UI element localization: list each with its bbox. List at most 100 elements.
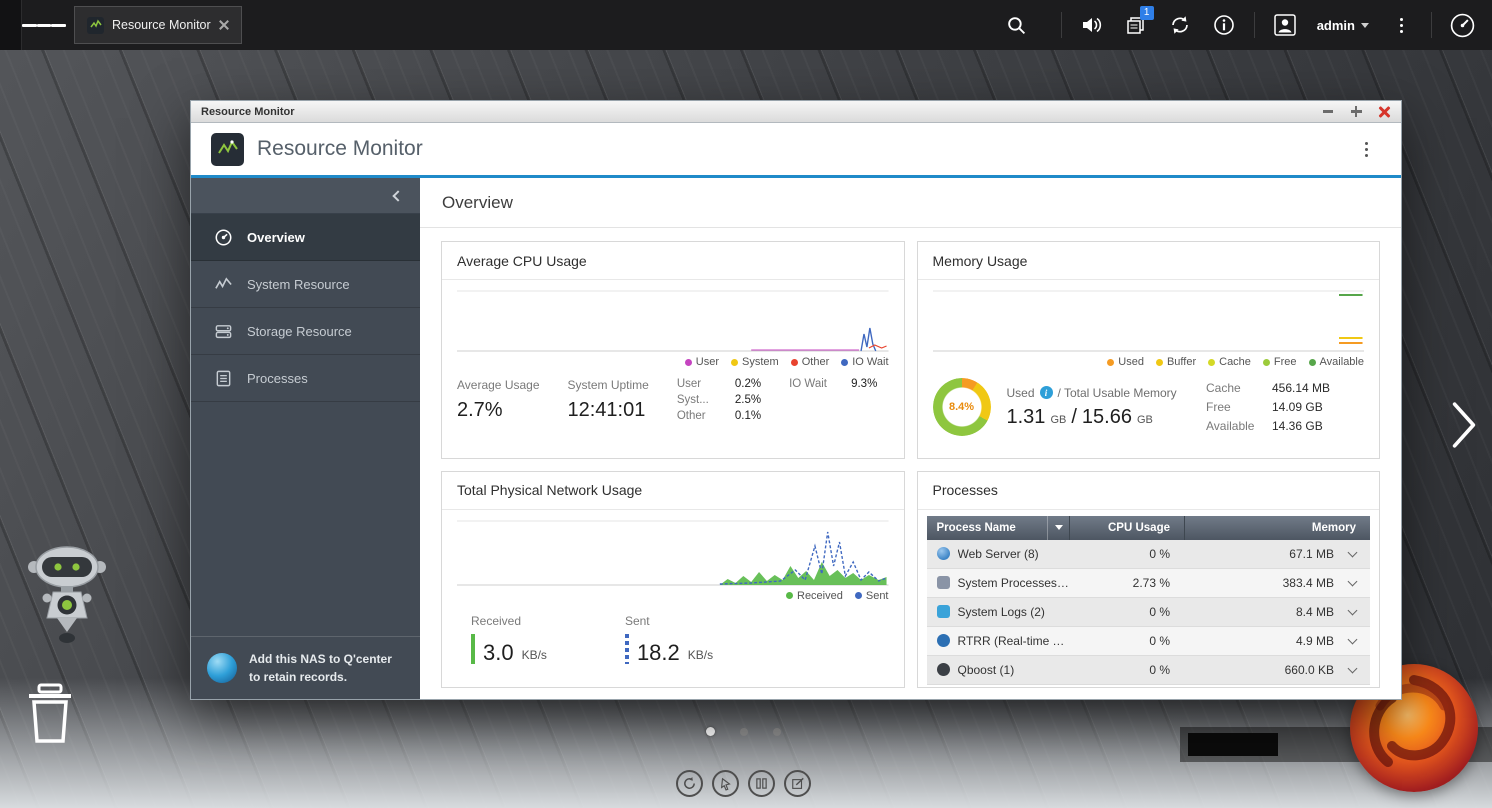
user-menu-label: admin — [1317, 18, 1355, 33]
memory-percent: 8.4% — [933, 378, 991, 436]
average-usage-block: Average Usage 2.7% — [457, 378, 540, 422]
system-uptime-block: System Uptime 12:41:01 — [568, 378, 649, 422]
qboost-icon — [937, 663, 950, 676]
storage-drive-icon — [213, 321, 233, 341]
expand-chevron-icon[interactable] — [1334, 552, 1370, 556]
dock-pointer-icon[interactable] — [712, 770, 739, 797]
cpu-usage-card: Average CPU Usage User Sy — [441, 241, 905, 459]
background-tasks-icon[interactable] — [1158, 0, 1202, 50]
column-process-name[interactable]: Process Name — [927, 516, 1070, 540]
page-title-bar: Overview — [420, 178, 1401, 228]
expand-chevron-icon[interactable] — [1334, 581, 1370, 585]
dashboard-gauge-icon[interactable] — [1440, 0, 1484, 50]
desktop: Resource Monitor 1 — [0, 0, 1492, 808]
resource-monitor-window: Resource Monitor Resource Monitor — [190, 100, 1402, 700]
network-usage-card: Total Physical Network Usage Received Se… — [441, 471, 905, 689]
memory-usage-card: Memory Usage Used Buffer — [917, 241, 1381, 459]
network-chart-legend: Received Sent — [457, 590, 889, 602]
page-dot-1[interactable] — [706, 727, 715, 736]
sidebar-item-label: Overview — [247, 230, 305, 245]
window-titlebar[interactable]: Resource Monitor — [191, 101, 1401, 123]
dock-refresh-icon[interactable] — [676, 770, 703, 797]
legend-dot — [786, 592, 793, 599]
search-icon[interactable] — [995, 0, 1039, 50]
legend-dot — [1309, 359, 1316, 366]
memory-total-value: 15.66 — [1082, 406, 1132, 429]
page-dot-3[interactable] — [773, 728, 781, 736]
memory-used-value: 1.31 — [1007, 406, 1046, 429]
tab-resource-monitor[interactable]: Resource Monitor — [74, 6, 242, 44]
page-title: Overview — [442, 193, 513, 213]
desktop-dock — [676, 770, 811, 797]
desktop-page-dots — [706, 727, 781, 736]
volume-icon[interactable] — [1070, 0, 1114, 50]
expand-chevron-icon[interactable] — [1334, 668, 1370, 672]
user-avatar-icon[interactable] — [1263, 0, 1307, 50]
close-icon[interactable] — [1377, 105, 1391, 119]
tab-label: Resource Monitor — [112, 18, 211, 32]
received-block: Received 3.0 KB/s — [471, 614, 547, 664]
sidebar-item-storage-resource[interactable]: Storage Resource — [191, 308, 420, 355]
system-uptime-value: 12:41:01 — [568, 399, 649, 422]
tab-close-icon[interactable] — [219, 20, 229, 30]
dock-columns-icon[interactable] — [748, 770, 775, 797]
legend-dot — [1208, 359, 1215, 366]
network-usage-chart — [457, 520, 889, 586]
memory-breakdown: Cache456.14 MB Free14.09 GB Available14.… — [1206, 381, 1364, 433]
dock-compose-icon[interactable] — [784, 770, 811, 797]
info-icon[interactable] — [1202, 0, 1246, 50]
sidebar-collapse-button[interactable] — [191, 178, 420, 214]
process-table-header: Process Name CPU Usage Memory — [927, 516, 1371, 540]
legend-dot — [731, 359, 738, 366]
legend-dot — [1156, 359, 1163, 366]
user-menu[interactable]: admin — [1307, 0, 1379, 50]
legend-dot — [855, 592, 862, 599]
notifications-icon[interactable]: 1 — [1114, 0, 1158, 50]
more-options-icon[interactable] — [1379, 0, 1423, 50]
divider — [1061, 12, 1062, 38]
process-row-web-server[interactable]: Web Server (8) 0 % 67.1 MB — [927, 540, 1371, 569]
sidebar-item-processes[interactable]: Processes — [191, 355, 420, 402]
received-bar — [471, 634, 475, 664]
sidebar-item-label: Processes — [247, 371, 308, 386]
column-memory[interactable]: Memory — [1184, 516, 1370, 540]
maximize-icon[interactable] — [1349, 105, 1363, 119]
process-row-system-processes[interactable]: System Processes (76) 2.73 % 383.4 MB — [927, 569, 1371, 598]
web-server-icon — [937, 547, 950, 560]
qcenter-note[interactable]: Add this NAS to Q'center to retain recor… — [191, 636, 420, 699]
memory-usage-chart — [933, 290, 1365, 352]
legend-dot — [1263, 359, 1270, 366]
expand-chevron-icon[interactable] — [1334, 639, 1370, 643]
process-row-qboost[interactable]: Qboost (1) 0 % 660.0 KB — [927, 656, 1371, 685]
resource-monitor-app-icon — [87, 17, 104, 34]
sidebar-item-overview[interactable]: Overview — [191, 214, 420, 261]
window-options-icon[interactable] — [1351, 134, 1381, 164]
received-value: 3.0 — [483, 642, 514, 664]
topbar-actions: 1 admin — [995, 0, 1492, 50]
main-menu-icon[interactable] — [22, 0, 66, 50]
app-title: Resource Monitor — [257, 137, 423, 161]
window-title: Resource Monitor — [201, 106, 295, 118]
chevron-down-icon — [1361, 23, 1369, 28]
sort-dropdown-icon[interactable] — [1047, 516, 1069, 540]
sidebar-item-system-resource[interactable]: System Resource — [191, 261, 420, 308]
resource-monitor-app-icon — [211, 133, 244, 166]
topbar: Resource Monitor 1 — [0, 0, 1492, 50]
expand-chevron-icon[interactable] — [1334, 610, 1370, 614]
average-usage-value: 2.7% — [457, 399, 540, 422]
cpu-usage-chart — [457, 290, 889, 352]
info-icon[interactable]: i — [1040, 386, 1053, 399]
processes-card-title: Processes — [918, 472, 1380, 510]
cpu-breakdown: User0.2% Syst...2.5% Other0.1% — [677, 378, 761, 422]
sidebar-item-label: System Resource — [247, 277, 350, 292]
memory-donut-chart: 8.4% — [933, 378, 991, 436]
next-desktop-arrow-icon[interactable] — [1450, 400, 1478, 453]
memory-card-title: Memory Usage — [918, 242, 1380, 280]
page-dot-2[interactable] — [740, 728, 748, 736]
trash-icon[interactable] — [24, 683, 76, 748]
process-row-system-logs[interactable]: System Logs (2) 0 % 8.4 MB — [927, 598, 1371, 627]
process-table: Process Name CPU Usage Memory Web Server… — [927, 516, 1371, 685]
column-cpu-usage[interactable]: CPU Usage — [1069, 516, 1184, 540]
minimize-icon[interactable] — [1321, 105, 1335, 119]
process-row-rtrr[interactable]: RTRR (Real-time Two-way F... 0 % 4.9 MB — [927, 627, 1371, 656]
